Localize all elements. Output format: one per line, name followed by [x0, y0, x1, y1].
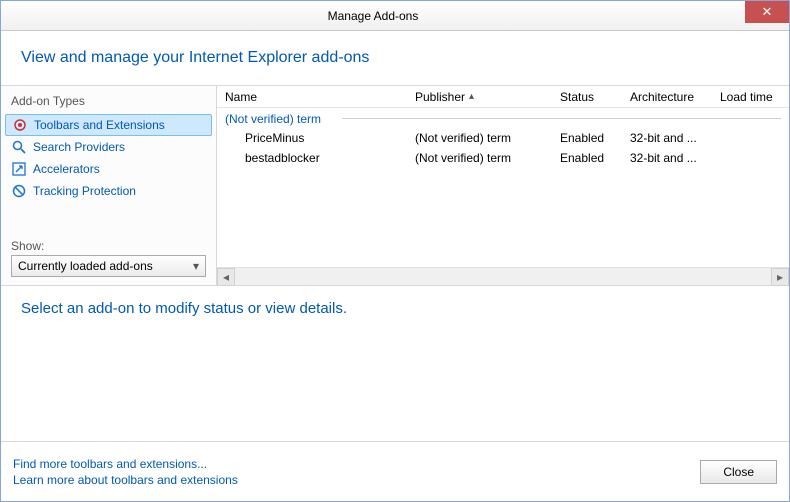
details-prompt: Select an add-on to modify status or vie…	[21, 300, 769, 317]
sort-asc-icon: ▴	[469, 91, 474, 102]
sidebar-item-tracking-protection[interactable]: Tracking Protection	[1, 180, 216, 202]
addon-types-label: Add-on Types	[1, 90, 216, 112]
details-pane: Select an add-on to modify status or vie…	[1, 286, 789, 438]
sidebar: Add-on Types Toolbars and Extensions Sea…	[1, 86, 217, 285]
learn-more-link[interactable]: Learn more about toolbars and extensions	[13, 473, 238, 487]
group-divider	[342, 118, 781, 119]
sidebar-item-toolbars-extensions[interactable]: Toolbars and Extensions	[5, 114, 212, 136]
sidebar-item-label: Accelerators	[33, 162, 100, 176]
cell-architecture: 32-bit and ...	[622, 131, 712, 145]
header: View and manage your Internet Explorer a…	[1, 31, 789, 86]
header-text: View and manage your Internet Explorer a…	[21, 49, 769, 67]
group-header[interactable]: (Not verified) term	[217, 108, 789, 128]
sidebar-item-label: Toolbars and Extensions	[34, 118, 165, 132]
table-row[interactable]: PriceMinus (Not verified) term Enabled 3…	[217, 128, 789, 148]
show-dropdown-value: Currently loaded add-ons	[18, 259, 153, 273]
addon-list-pane: Name Publisher▴ Status Architecture Load…	[217, 86, 789, 285]
block-icon	[11, 183, 27, 199]
sidebar-item-accelerators[interactable]: Accelerators	[1, 158, 216, 180]
sidebar-item-label: Search Providers	[33, 140, 125, 154]
manage-addons-window: Manage Add-ons ✕ View and manage your In…	[0, 0, 790, 502]
search-icon	[11, 139, 27, 155]
accelerators-icon	[11, 161, 27, 177]
table-row[interactable]: bestadblocker (Not verified) term Enable…	[217, 148, 789, 168]
show-dropdown[interactable]: Currently loaded add-ons	[11, 255, 206, 277]
col-header-name[interactable]: Name	[217, 90, 407, 104]
window-title: Manage Add-ons	[1, 9, 745, 23]
gear-icon	[12, 117, 28, 133]
footer-links: Find more toolbars and extensions... Lea…	[13, 457, 238, 487]
col-header-status[interactable]: Status	[552, 90, 622, 104]
col-header-architecture[interactable]: Architecture	[622, 90, 712, 104]
show-area: Show: Currently loaded add-ons	[1, 235, 216, 285]
cell-architecture: 32-bit and ...	[622, 151, 712, 165]
column-headers: Name Publisher▴ Status Architecture Load…	[217, 86, 789, 108]
col-header-publisher[interactable]: Publisher▴	[407, 90, 552, 104]
window-close-button[interactable]: ✕	[745, 1, 789, 23]
cell-name: bestadblocker	[217, 151, 407, 165]
cell-status: Enabled	[552, 131, 622, 145]
cell-name: PriceMinus	[217, 131, 407, 145]
show-label: Show:	[11, 239, 206, 253]
scroll-right-icon[interactable]: ▸	[771, 268, 789, 286]
sidebar-item-search-providers[interactable]: Search Providers	[1, 136, 216, 158]
footer: Find more toolbars and extensions... Lea…	[1, 441, 789, 501]
horizontal-scrollbar[interactable]: ◂ ▸	[217, 267, 789, 285]
close-button[interactable]: Close	[700, 460, 777, 484]
close-icon: ✕	[762, 4, 773, 20]
cell-publisher: (Not verified) term	[407, 151, 552, 165]
scroll-left-icon[interactable]: ◂	[217, 268, 235, 286]
find-more-link[interactable]: Find more toolbars and extensions...	[13, 457, 238, 471]
addon-types-list: Toolbars and Extensions Search Providers…	[1, 112, 216, 202]
content: Add-on Types Toolbars and Extensions Sea…	[1, 86, 789, 286]
titlebar: Manage Add-ons ✕	[1, 1, 789, 31]
col-header-load-time[interactable]: Load time	[712, 90, 789, 104]
cell-publisher: (Not verified) term	[407, 131, 552, 145]
sidebar-item-label: Tracking Protection	[33, 184, 136, 198]
cell-status: Enabled	[552, 151, 622, 165]
